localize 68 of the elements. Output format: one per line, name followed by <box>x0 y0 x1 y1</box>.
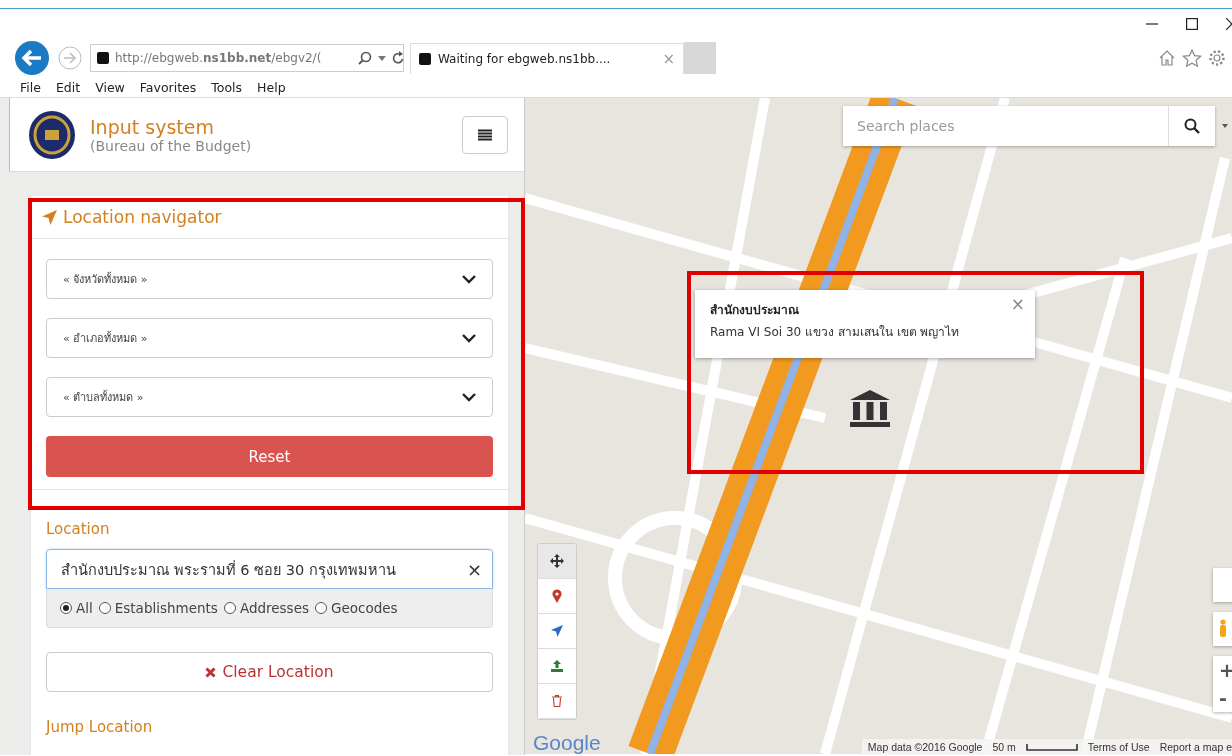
refresh-icon[interactable] <box>392 51 405 65</box>
location-input[interactable]: สำนักงบประมาณ พระรามที่ 6 ซอย 30 กรุงเทพมหาน × <box>46 549 493 589</box>
person-icon <box>1219 619 1227 639</box>
menu-item[interactable]: Tools <box>211 79 243 95</box>
dropdown-select[interactable]: « จังหวัดทั้งหมด » <box>46 259 493 299</box>
location-arrow-icon <box>551 625 563 637</box>
map-tool-button[interactable] <box>538 544 576 579</box>
search-icon[interactable] <box>358 51 372 65</box>
map-logo: Google <box>533 731 601 755</box>
radio-label[interactable]: Addresses <box>239 600 309 616</box>
clear-input-button[interactable]: × <box>466 558 482 580</box>
jump-location-label: Jump Location <box>46 718 154 736</box>
map-footer-text[interactable]: Terms of Use <box>1087 741 1150 753</box>
site-icon <box>97 52 109 64</box>
upload-icon <box>551 660 563 672</box>
menu-icon[interactable] <box>478 128 492 141</box>
radio-label[interactable]: Geocodes <box>331 600 398 616</box>
caret-icon[interactable] <box>1222 124 1228 128</box>
address-bar[interactable]: http://ebgweb.ns1bb.net/ebgv2/( <box>90 44 404 72</box>
map-footer-text: Map data ©2016 Google <box>867 741 983 753</box>
maximize-icon[interactable] <box>1186 18 1198 30</box>
radio-label[interactable]: Establishments <box>114 600 218 616</box>
home-icon[interactable] <box>1158 49 1176 67</box>
zoom-button[interactable]: - <box>1213 684 1232 712</box>
star-icon[interactable] <box>1182 49 1202 67</box>
caret-icon[interactable] <box>378 55 386 61</box>
menu-item[interactable]: Favorites <box>139 79 197 95</box>
tab-title: Waiting for ebgweb.ns1bb.... <box>438 51 612 66</box>
radio-button[interactable] <box>98 602 111 614</box>
popup-close-button[interactable]: × <box>1010 294 1025 314</box>
scale-bar <box>1025 743 1078 751</box>
radio-label[interactable]: All <box>76 600 93 616</box>
chevron-down-icon <box>462 392 476 402</box>
trash-icon <box>552 695 562 707</box>
radio-button[interactable] <box>60 602 72 614</box>
back-button[interactable] <box>14 40 50 76</box>
dropdown-select[interactable]: « ตำบลทั้งหมด » <box>46 377 493 417</box>
close-icon[interactable] <box>1226 18 1232 30</box>
chevron-down-icon <box>462 333 476 343</box>
clear-location-button[interactable]: Clear Location <box>46 652 493 692</box>
chevron-down-icon <box>462 274 476 284</box>
reset-button[interactable]: Reset <box>46 436 493 477</box>
map-pin-icon <box>552 589 562 603</box>
move-icon <box>550 554 564 568</box>
section-heading: Location navigator <box>63 207 222 227</box>
app-subtitle: (Bureau of the Budget) <box>90 137 253 154</box>
site-icon <box>419 52 431 65</box>
app-title: Input system <box>90 115 215 138</box>
menu-button[interactable] <box>462 115 508 154</box>
bank-marker-icon[interactable] <box>848 388 892 428</box>
search-icon[interactable] <box>1184 118 1200 134</box>
menu-item[interactable]: Edit <box>55 79 81 95</box>
menu-item[interactable]: Help <box>257 79 286 95</box>
map-footer-text: 50 m <box>992 741 1016 753</box>
map-footer-text[interactable]: Report a map e <box>1159 741 1232 753</box>
radio-button[interactable] <box>223 602 236 614</box>
popup-address: Rama VI Soi 30 แขวง สามเสนใน เขต พญาไท <box>710 324 961 341</box>
browser-tab[interactable]: Waiting for ebgweb.ns1bb.... × <box>410 42 684 74</box>
location-arrow-icon <box>42 209 57 225</box>
cross-icon <box>205 666 217 678</box>
settings-icon[interactable] <box>1208 49 1226 67</box>
emblem-logo <box>28 109 76 160</box>
radio-button[interactable] <box>315 602 327 614</box>
popup-title: สำนักงบประมาณ <box>710 302 799 319</box>
location-label: Location <box>46 520 111 538</box>
dropdown-select[interactable]: « อำเภอทั้งหมด » <box>46 318 493 358</box>
menu-item[interactable]: View <box>95 79 125 95</box>
menu-item[interactable]: File <box>20 79 41 95</box>
